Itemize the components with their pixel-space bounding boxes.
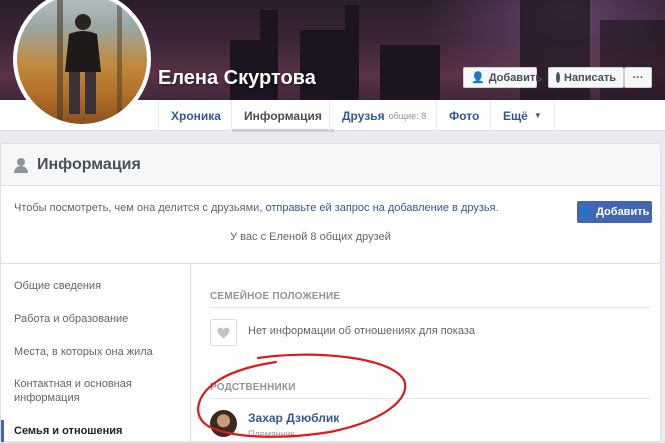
person-icon [13,157,29,173]
add-friend-button[interactable]: 👤 Добавить [463,67,542,88]
add-friend-icon: 👤 [579,206,593,218]
sidebar-item-overview[interactable]: Общие сведения [14,279,184,293]
card-title: Информация [37,155,141,173]
tab-about[interactable]: Информация [231,100,334,132]
heart-glyph [217,327,230,338]
mutual-friends-text[interactable]: У вас с Еленой 8 общих друзей [1,231,620,243]
sidebar-item-contact-info[interactable]: Контактная и основная информация [14,377,149,405]
tab-photos[interactable]: Фото [436,100,491,131]
more-options-button[interactable]: ··· [624,67,652,88]
no-relationship-text: Нет информации об отношениях для показа [248,325,476,337]
tab-friends[interactable]: Друзья общие: 8 [329,100,438,131]
add-friend-icon: 👤 [471,72,485,84]
section-divider [210,398,650,399]
notice-text: Чтобы посмотреть, чем она делится с друз… [14,202,266,214]
tab-label: Хроника [171,108,221,123]
avatar-photo [17,0,147,124]
message-button[interactable]: Написать [548,67,624,88]
relatives-heading: РОДСТВЕННИКИ [210,382,296,393]
message-label: Написать [564,71,616,84]
about-card-header: Информация [1,144,660,186]
send-request-link[interactable]: отправьте ей запрос на добавление в друз… [265,202,495,214]
sidebar-item-family[interactable]: Семья и отношения [14,424,184,438]
sidebar-item-places[interactable]: Места, в которых она жила [14,345,184,359]
relationship-heading: СЕМЕЙНОЕ ПОЛОЖЕНИЕ [210,291,341,302]
about-sidebar: Общие сведения Работа и образование Мест… [1,264,191,443]
tab-label: Друзья [342,108,385,123]
section-divider [210,307,650,308]
add-friend-button-blue[interactable]: 👤 Добавить [577,201,652,223]
add-button-label: Добавить [596,206,650,218]
tab-label: Фото [449,108,480,123]
more-dots-icon: ··· [632,71,644,84]
cover-building [600,20,665,100]
sidebar-item-work-education[interactable]: Работа и образование [14,312,184,326]
mutual-count: общие: 8 [388,110,427,121]
about-card: Информация Чтобы посмотреть, чем она дел… [0,143,661,443]
relative-relation: Племянник [248,429,295,439]
profile-name[interactable]: Елена Скуртова [158,67,316,90]
add-friend-label: Добавить [488,71,542,84]
friend-request-notice: Чтобы посмотреть, чем она делится с друз… [14,202,499,214]
caret-down-icon: ▼ [533,111,542,120]
avatar-figure [57,0,122,124]
heart-icon [210,319,237,346]
relative-avatar[interactable] [210,410,237,437]
cover-building [380,45,440,100]
cover-building [345,5,359,100]
tab-more[interactable]: Ещё ▼ [490,100,555,131]
tab-label: Ещё [503,108,528,123]
notice-end: . [495,202,499,214]
tab-label: Информация [244,108,322,123]
active-indicator [1,420,4,442]
relative-name[interactable]: Захар Дзюблик [248,411,339,425]
tab-timeline[interactable]: Хроника [158,100,233,131]
messenger-icon [556,72,560,83]
